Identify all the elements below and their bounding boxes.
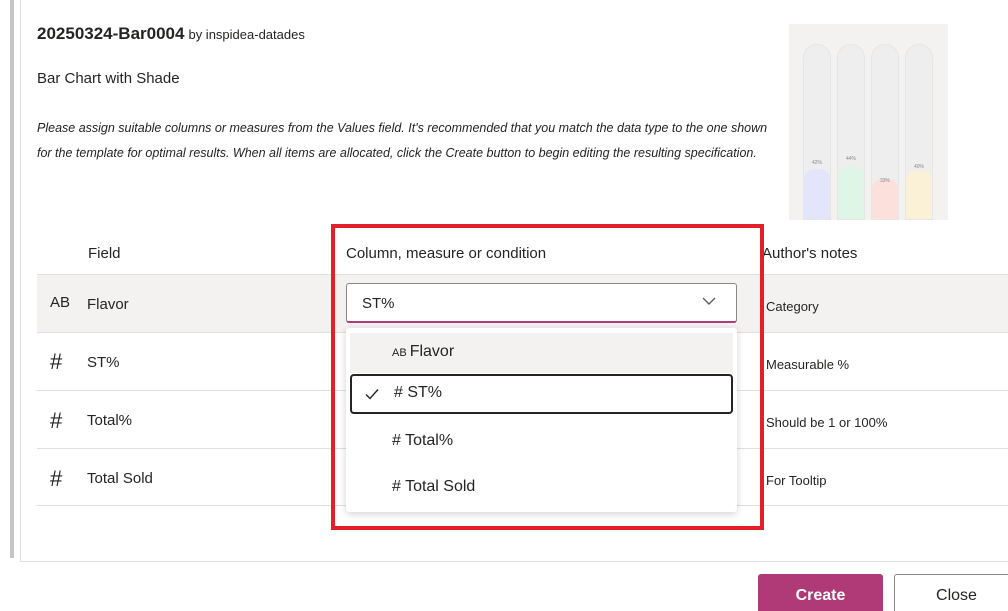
field-name: Flavor <box>87 296 129 313</box>
thumbnail-fill <box>906 171 932 219</box>
author-note: Category <box>766 299 819 314</box>
header-field: Field <box>88 245 121 262</box>
header-notes: Author's notes <box>762 245 858 262</box>
thumbnail-label: 44% <box>845 156 856 162</box>
thumbnail-label: 42% <box>811 160 822 166</box>
template-description: Please assign suitable columns or measur… <box>37 121 768 160</box>
author-note: For Tooltip <box>766 473 827 488</box>
left-accent-bar <box>10 0 14 558</box>
thumbnail-label: 40% <box>913 164 924 170</box>
thumbnail-column <box>837 44 865 220</box>
field-name: Total% <box>87 412 133 429</box>
field-name: Total Sold <box>87 470 153 487</box>
close-button[interactable]: Close <box>894 574 1008 611</box>
create-button[interactable]: Create <box>758 574 883 611</box>
number-type-icon: # <box>50 349 63 374</box>
template-author: by inspidea-datades <box>188 27 305 42</box>
template-subtitle: Bar Chart with Shade <box>37 70 180 87</box>
thumbnail-label: 33% <box>879 178 890 184</box>
author-note: Should be 1 or 100% <box>766 415 888 430</box>
template-title: 20250324-Bar0004 by inspidea-datades <box>37 24 305 43</box>
thumbnail-column <box>803 44 831 220</box>
number-type-icon: # <box>50 408 63 433</box>
thumbnail-fill <box>804 169 830 219</box>
field-name: ST% <box>87 354 120 371</box>
author-note: Measurable % <box>766 357 850 372</box>
thumbnail-fill <box>838 166 864 219</box>
thumbnail-column <box>871 44 899 220</box>
highlight-box <box>331 224 764 530</box>
thumbnail-fill <box>872 179 898 219</box>
text-type-icon: AB <box>50 294 71 311</box>
thumbnail-column <box>905 44 933 220</box>
number-type-icon: # <box>50 466 63 491</box>
template-thumbnail: 42% 44% 33% 40% <box>789 24 948 220</box>
